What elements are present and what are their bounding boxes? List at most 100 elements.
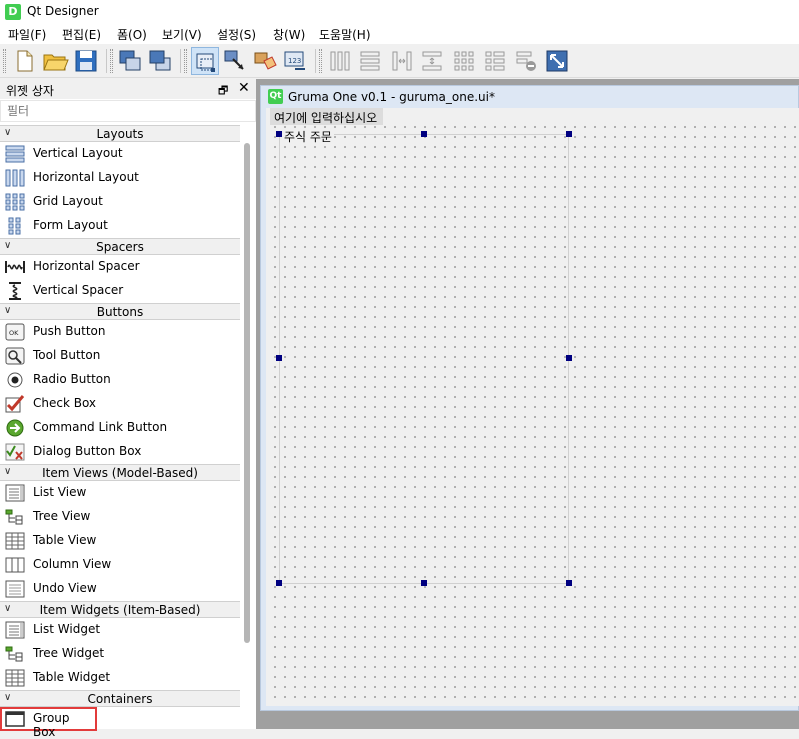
resize-handle-top[interactable]	[421, 131, 427, 137]
widget-item-group-box[interactable]: Group Box	[0, 707, 97, 739]
check-box-icon	[5, 395, 25, 413]
widget-item-command-link-button[interactable]: Command Link Button	[0, 416, 240, 440]
bring-to-front-icon[interactable]	[146, 47, 174, 75]
toolbar: 123	[0, 44, 799, 78]
widget-item-horizontal-layout[interactable]: Horizontal Layout	[0, 166, 240, 190]
group-box[interactable]	[279, 134, 569, 584]
resize-handle-right[interactable]	[566, 355, 572, 361]
command-link-icon	[5, 419, 25, 437]
svg-text:OK: OK	[9, 329, 19, 337]
send-to-back-icon[interactable]	[116, 47, 144, 75]
widget-item-list-view[interactable]: List View	[0, 481, 240, 505]
dialog-button-box-icon	[5, 443, 25, 461]
float-icon[interactable]: 🗗	[218, 82, 228, 101]
widget-item-vertical-spacer[interactable]: Vertical Spacer	[0, 279, 240, 303]
form-menubar: 여기에 입력하십시오	[266, 108, 799, 126]
menubar: 파일(F) 편집(E) 폼(O) 보기(V) 설정(S) 창(W) 도움말(H)	[0, 24, 799, 44]
category-containers[interactable]: ∨ Containers	[0, 690, 240, 707]
edit-widgets-icon[interactable]	[191, 47, 219, 75]
new-file-icon[interactable]	[10, 47, 38, 75]
close-icon[interactable]: ✕	[238, 80, 250, 96]
widget-item-form-layout[interactable]: Form Layout	[0, 214, 240, 238]
break-layout-icon[interactable]	[512, 47, 540, 75]
widget-item-check-box[interactable]: Check Box	[0, 392, 240, 416]
resize-handle-top-left[interactable]	[276, 131, 282, 137]
layout-h-splitter-icon[interactable]	[388, 47, 416, 75]
category-item-views[interactable]: ∨ Item Views (Model-Based)	[0, 464, 240, 481]
toolbar-handle[interactable]	[184, 49, 187, 73]
widget-item-tool-button[interactable]: Tool Button	[0, 344, 240, 368]
category-item-widgets[interactable]: ∨ Item Widgets (Item-Based)	[0, 601, 240, 618]
form-title: Gruma One v0.1 - guruma_one.ui*	[288, 90, 495, 104]
widget-item-undo-view[interactable]: Undo View	[0, 577, 240, 601]
edit-signals-slots-icon[interactable]	[221, 47, 249, 75]
category-buttons[interactable]: ∨ Buttons	[0, 303, 240, 320]
resize-handle-bottom-right[interactable]	[566, 580, 572, 586]
menu-edit[interactable]: 편집(E)	[62, 26, 101, 43]
menu-help[interactable]: 도움말(H)	[319, 26, 371, 43]
table-view-icon	[5, 532, 25, 550]
category-spacers[interactable]: ∨ Spacers	[0, 238, 240, 255]
form-canvas[interactable]: 여기에 입력하십시오 주식 주문	[266, 108, 799, 706]
list-widget-icon	[5, 621, 25, 639]
dock-title: 위젯 상자	[6, 84, 54, 98]
widget-item-list-widget[interactable]: List Widget	[0, 618, 240, 642]
adjust-size-icon[interactable]	[543, 47, 571, 75]
category-layouts[interactable]: ∨ Layouts	[0, 125, 240, 142]
widget-item-vertical-layout[interactable]: Vertical Layout	[0, 142, 240, 166]
form-titlebar[interactable]: Qt Gruma One v0.1 - guruma_one.ui*	[261, 86, 799, 108]
form-layout-icon	[5, 217, 25, 235]
toolbar-handle[interactable]	[110, 49, 113, 73]
window-title: Qt Designer	[27, 4, 99, 18]
widget-item-radio-button[interactable]: Radio Button	[0, 368, 240, 392]
widget-item-table-view[interactable]: Table View	[0, 529, 240, 553]
menu-view[interactable]: 보기(V)	[162, 26, 202, 43]
widget-item-push-button[interactable]: OK Push Button	[0, 320, 240, 344]
widget-item-dialog-button-box[interactable]: Dialog Button Box	[0, 440, 240, 464]
menu-file[interactable]: 파일(F)	[8, 26, 46, 43]
toolbar-handle[interactable]	[3, 49, 6, 73]
window-titlebar: D Qt Designer	[0, 0, 799, 24]
widget-item-tree-widget[interactable]: Tree Widget	[0, 642, 240, 666]
resize-handle-bottom[interactable]	[421, 580, 427, 586]
filter-input[interactable]	[0, 100, 256, 122]
table-widget-icon	[5, 669, 25, 687]
edit-tab-order-icon[interactable]: 123	[281, 47, 309, 75]
radio-button-icon	[5, 371, 25, 389]
scrollbar-thumb[interactable]	[244, 143, 250, 643]
tool-button-icon	[5, 347, 25, 365]
svg-text:123: 123	[288, 57, 301, 65]
layout-horizontal-icon[interactable]	[326, 47, 354, 75]
widget-item-tree-view[interactable]: Tree View	[0, 505, 240, 529]
menu-window[interactable]: 창(W)	[273, 26, 305, 43]
widget-item-column-view[interactable]: Column View	[0, 553, 240, 577]
toolbar-handle[interactable]	[319, 49, 322, 73]
layout-v-splitter-icon[interactable]	[418, 47, 446, 75]
app-icon: D	[5, 4, 21, 20]
layout-grid-icon[interactable]	[450, 47, 478, 75]
group-box-icon	[5, 710, 25, 728]
widget-list-scrollbar[interactable]	[244, 125, 250, 729]
qt-icon: Qt	[268, 89, 283, 104]
dock-header: 위젯 상자 🗗 ✕	[0, 79, 256, 99]
group-box-title[interactable]: 주식 주문	[282, 128, 334, 145]
widget-item-horizontal-spacer[interactable]: Horizontal Spacer	[0, 255, 240, 279]
resize-handle-left[interactable]	[276, 355, 282, 361]
widget-item-grid-layout[interactable]: Grid Layout	[0, 190, 240, 214]
layout-vertical-icon[interactable]	[356, 47, 384, 75]
mdi-area: Qt Gruma One v0.1 - guruma_one.ui* 여기에 입…	[256, 79, 799, 729]
save-icon[interactable]	[72, 47, 100, 75]
vertical-spacer-icon	[5, 282, 25, 300]
menu-form[interactable]: 폼(O)	[117, 26, 147, 43]
menu-settings[interactable]: 설정(S)	[217, 26, 256, 43]
widget-item-table-widget[interactable]: Table Widget	[0, 666, 240, 690]
grid-layout-icon	[5, 193, 25, 211]
resize-handle-bottom-left[interactable]	[276, 580, 282, 586]
menu-placeholder[interactable]: 여기에 입력하십시오	[270, 108, 384, 125]
layout-form-icon[interactable]	[481, 47, 509, 75]
list-view-icon	[5, 484, 25, 502]
open-folder-icon[interactable]	[41, 47, 69, 75]
resize-handle-top-right[interactable]	[566, 131, 572, 137]
edit-buddies-icon[interactable]	[251, 47, 279, 75]
undo-view-icon	[5, 580, 25, 598]
